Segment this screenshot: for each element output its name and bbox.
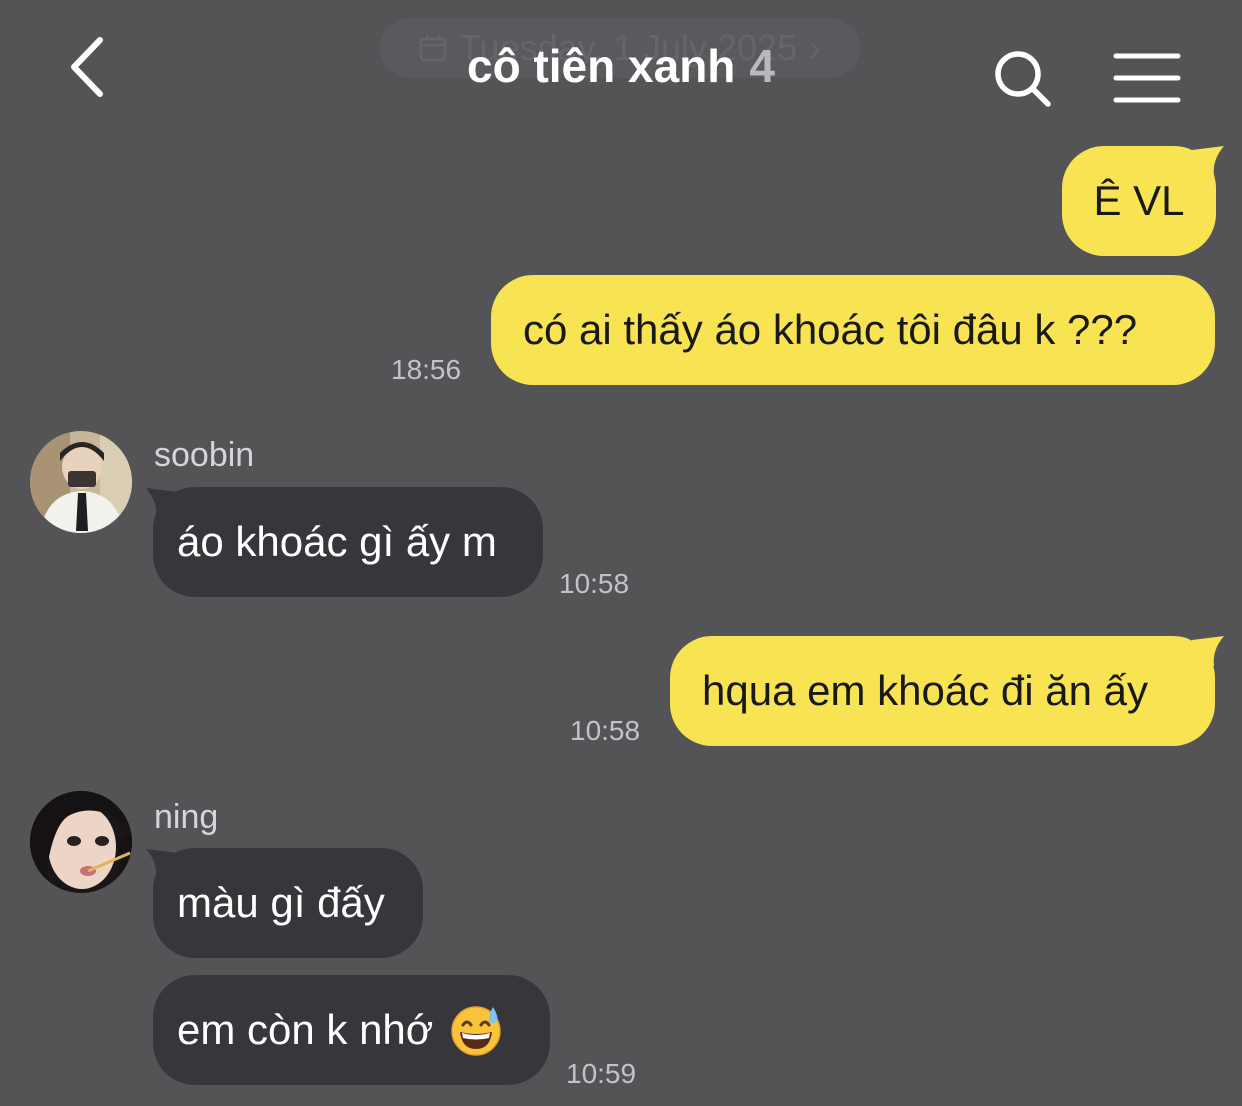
sender-name: soobin: [154, 436, 255, 474]
search-icon[interactable]: [990, 46, 1056, 112]
avatar-ning[interactable]: [30, 791, 132, 893]
message-timestamp: 18:56: [391, 354, 462, 385]
message-text: có ai thấy áo khoác tôi đâu k ???: [523, 306, 1138, 353]
avatar-photo: [30, 431, 132, 533]
message-bubble-incoming[interactable]: màu gì đấy: [153, 848, 423, 958]
message-timestamp: 10:58: [570, 715, 641, 746]
chat-header: Tuesday, 1 July 2025 › cô tiên xanh 4: [0, 0, 1242, 130]
message-bubble-incoming[interactable]: em còn k nhớ: [153, 975, 550, 1085]
bubble-tail: [1192, 636, 1224, 666]
message-timestamp: 10:58: [559, 568, 630, 599]
message-text: màu gì đấy: [177, 879, 385, 926]
chat-room-name: cô tiên xanh: [467, 40, 736, 92]
message-text: áo khoác gì ấy m: [177, 518, 497, 565]
sender-name: ning: [154, 798, 219, 836]
message-text: hqua em khoác đi ăn ấy: [702, 667, 1148, 714]
bubble-tail: [1192, 146, 1224, 176]
avatar-soobin[interactable]: [30, 431, 132, 533]
message-text: Ê VL: [1093, 177, 1185, 224]
message-bubble-incoming[interactable]: áo khoác gì ấy m: [153, 487, 543, 597]
grinning-face-with-sweat-icon: [451, 1006, 502, 1056]
member-count: 4: [749, 40, 775, 92]
message-timestamp: 10:59: [566, 1058, 637, 1089]
avatar-photo: [30, 791, 132, 893]
message-text: em còn k nhớ: [177, 1006, 434, 1053]
message-bubble-outgoing[interactable]: có ai thấy áo khoác tôi đâu k ???: [491, 275, 1215, 385]
menu-icon[interactable]: [1112, 50, 1182, 106]
message-bubble-outgoing[interactable]: hqua em khoác đi ăn ấy: [670, 636, 1215, 746]
